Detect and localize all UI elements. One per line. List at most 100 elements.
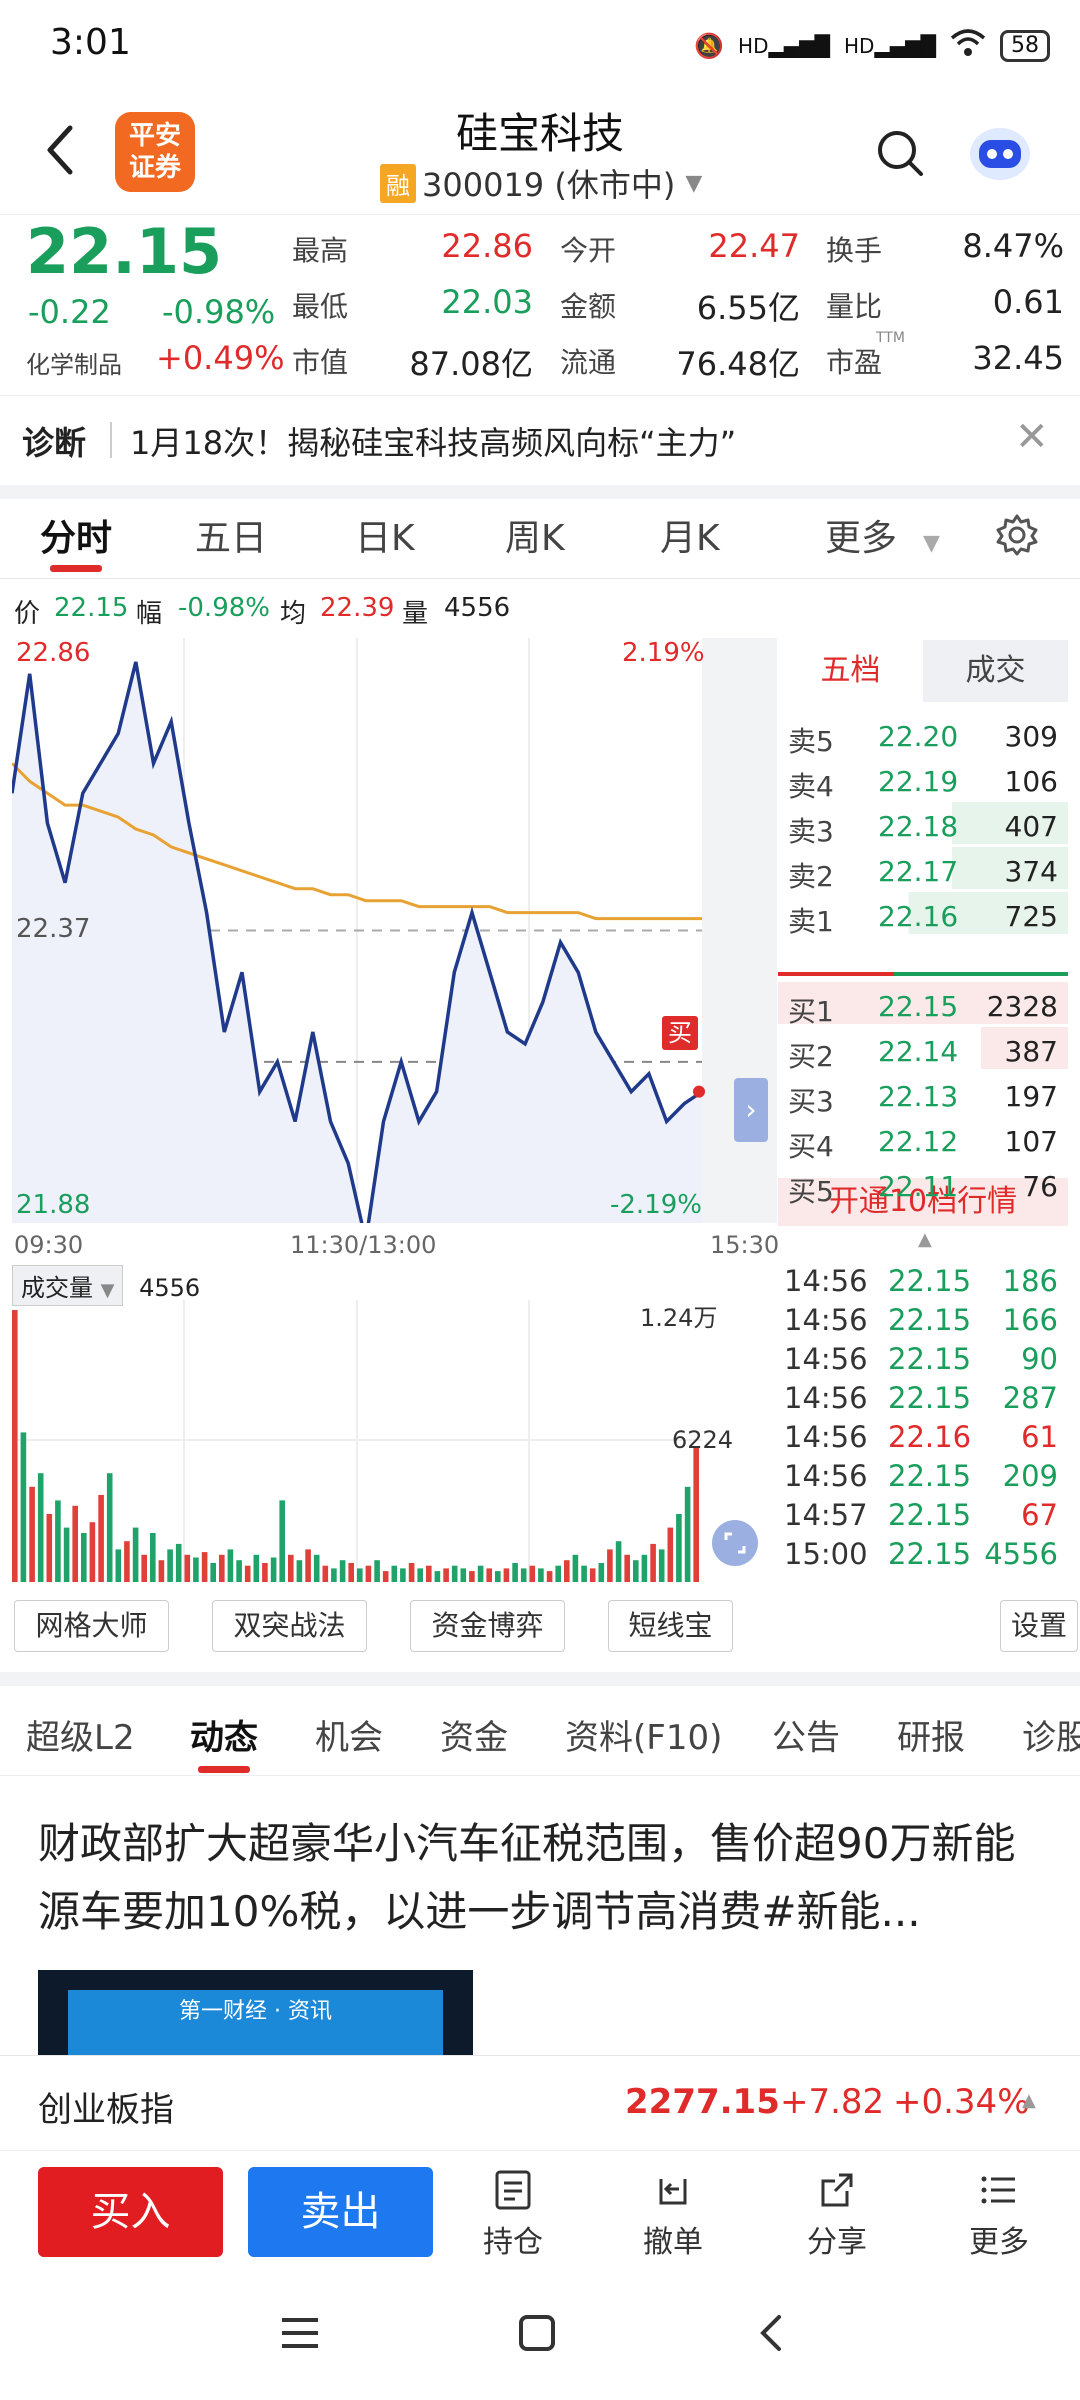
bid-row[interactable]: 买5 22.11 76 [778, 1162, 1068, 1208]
fullscreen-button[interactable] [712, 1520, 758, 1566]
intraday-chart[interactable]: 22.86 2.19% 22.37 21.88 -2.19% 买 › [10, 638, 777, 1242]
tool-short-term[interactable]: 短线宝 [608, 1600, 733, 1652]
buy-button[interactable]: 买入 [38, 2167, 223, 2257]
back-button[interactable] [40, 120, 80, 180]
tab-research[interactable]: 研报 [897, 1710, 965, 1759]
news-headline[interactable]: 1月18次！揭秘硅宝科技高频风向标“主力” [130, 418, 736, 464]
robot-assistant-button[interactable] [965, 120, 1035, 184]
expand-up-icon[interactable]: ▲ [1022, 2090, 1036, 2111]
tab-capital[interactable]: 资金 [440, 1710, 508, 1759]
tools-settings-button[interactable]: 设置 [1000, 1600, 1078, 1652]
tab-super-l2[interactable]: 超级L2 [26, 1710, 135, 1759]
share-button[interactable]: 分享 [782, 2169, 892, 2261]
volume-bar [546, 1571, 553, 1582]
volume-bar [529, 1565, 536, 1582]
level-price: 22.20 [878, 720, 959, 753]
article-thumbnail[interactable]: 第一财经 · 资讯 [38, 1970, 473, 2055]
tool-double-breakout[interactable]: 双突战法 [212, 1600, 367, 1652]
trade-tick-row: 15:00 22.15 4556 [778, 1535, 1068, 1574]
volume-bar [460, 1568, 467, 1582]
tick-volume: 67 [1021, 1498, 1058, 1532]
volume-bar [270, 1557, 277, 1582]
ask-row[interactable]: 卖1 22.16 725 [778, 892, 1068, 938]
volume-bar [503, 1568, 510, 1582]
broker-logo[interactable]: 平安 证券 [115, 112, 195, 192]
tab-five-levels[interactable]: 五档 [778, 640, 923, 702]
tab-monthly-k[interactable]: 月K [660, 509, 720, 561]
holdings-button[interactable]: 持仓 [458, 2169, 568, 2261]
tick-time: 14:56 [784, 1420, 868, 1454]
close-icon[interactable]: ✕ [1015, 414, 1049, 460]
trade-tick-row: 14:56 22.15 209 [778, 1457, 1068, 1496]
tab-opportunity[interactable]: 机会 [315, 1710, 383, 1759]
scroll-up-icon[interactable]: ▲ [918, 1229, 932, 1250]
tab-announcements[interactable]: 公告 [772, 1710, 840, 1759]
back-arrow-icon [47, 125, 73, 175]
gear-icon [996, 514, 1038, 556]
expand-orderbook-button[interactable]: › [734, 1078, 768, 1142]
tick-time: 14:56 [784, 1264, 868, 1298]
diagnosis-news-bar[interactable]: 诊断 1月18次！揭秘硅宝科技高频风向标“主力” ✕ [0, 395, 1080, 485]
tab-intraday[interactable]: 分时 [40, 509, 112, 561]
volume-value: 4556 [139, 1274, 201, 1302]
tick-price: 22.15 [888, 1498, 972, 1532]
index-ticker-bar[interactable]: 创业板指 2277.15 +7.82 +0.34% ▲ [0, 2055, 1080, 2150]
level-volume: 374 [1004, 855, 1058, 888]
level-label: 买3 [788, 1085, 834, 1118]
level-price: 22.12 [878, 1125, 959, 1158]
more-button[interactable]: 更多 [944, 2169, 1054, 2261]
volume-bar [572, 1554, 579, 1582]
bid-row[interactable]: 买4 22.12 107 [778, 1117, 1068, 1163]
last-price-dot [693, 1085, 705, 1098]
volume-bar [417, 1568, 423, 1582]
tool-capital-game[interactable]: 资金博弈 [410, 1600, 565, 1652]
bid-row[interactable]: 买3 22.13 197 [778, 1072, 1068, 1118]
level-label: 卖4 [788, 770, 834, 803]
stock-code-row[interactable]: 融 300019 (休市中) ▼ [380, 160, 702, 206]
volume-bar [227, 1549, 234, 1582]
quote-panel: 22.15 -0.22 -0.98% 化学制品 +0.49% 最高 22.86 今开… [0, 215, 1080, 395]
ask-row[interactable]: 卖4 22.19 106 [778, 757, 1068, 803]
bid-row[interactable]: 买1 22.15 2328 [778, 982, 1068, 1028]
menu-nav-button[interactable] [280, 2315, 320, 2355]
ask-row[interactable]: 卖5 22.20 309 [778, 712, 1068, 758]
article-title[interactable]: 财政部扩大超豪华小汽车征税范围，售价超90万新能源车要加10%税，以进一步调节高… [38, 1810, 1048, 1946]
stat-value: 22.86 [441, 227, 533, 265]
system-nav-bar [0, 2275, 1080, 2400]
back-nav-button[interactable] [755, 2313, 785, 2357]
level-label: 买4 [788, 1130, 834, 1163]
tab-dynamic[interactable]: 动态 [190, 1710, 258, 1759]
time-axis: 09:30 11:30/13:00 15:30 ▲ [0, 1225, 932, 1265]
buy-marker[interactable]: 买 [662, 1016, 698, 1050]
tab-f10[interactable]: 资料(F10) [565, 1710, 722, 1759]
tab-5day[interactable]: 五日 [195, 509, 267, 561]
search-button[interactable] [875, 128, 925, 178]
volume-bar [581, 1565, 587, 1582]
tab-more[interactable]: 更多 ▼ [825, 509, 940, 561]
y-min-pct-label: -2.19% [610, 1190, 702, 1220]
tick-time: 14:56 [784, 1381, 868, 1415]
volume-bar [141, 1554, 147, 1582]
volume-bar [244, 1565, 251, 1582]
volume-chart[interactable]: 1.24万 6224 [12, 1300, 777, 1582]
tick-price: 22.15 [888, 1537, 972, 1571]
ask-row[interactable]: 卖2 22.17 374 [778, 847, 1068, 893]
fullscreen-icon [724, 1532, 746, 1554]
volume-bar [288, 1554, 294, 1582]
ttm-label: TTM [876, 330, 905, 346]
tab-trades[interactable]: 成交 [923, 640, 1068, 702]
cancel-order-button[interactable]: 撤单 [618, 2169, 728, 2261]
bid-row[interactable]: 买2 22.14 387 [778, 1027, 1068, 1073]
tab-diagnosis[interactable]: 诊股 [1022, 1710, 1080, 1759]
ask-row[interactable]: 卖3 22.18 407 [778, 802, 1068, 848]
volume-chart-svg [12, 1300, 777, 1582]
dropdown-icon: ▼ [100, 1280, 115, 1301]
sell-button[interactable]: 卖出 [248, 2167, 433, 2257]
tab-weekly-k[interactable]: 周K [505, 509, 565, 561]
tab-daily-k[interactable]: 日K [355, 509, 415, 561]
volume-bar [615, 1541, 622, 1582]
chart-settings-button[interactable] [995, 513, 1039, 561]
home-nav-button[interactable] [517, 2313, 557, 2357]
tool-grid-master[interactable]: 网格大师 [14, 1600, 169, 1652]
volume-bar [37, 1473, 44, 1582]
